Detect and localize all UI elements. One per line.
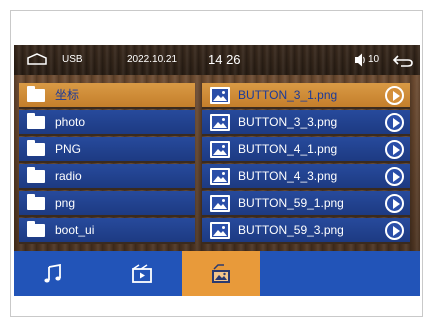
folder-item[interactable]: PNG (19, 137, 195, 163)
file-item[interactable]: BUTTON_4_3.png (202, 164, 410, 190)
image-file-icon (210, 222, 230, 239)
play-icon[interactable] (385, 167, 404, 186)
media-player-screen: USB 2022.10.21 14 26 10 坐标 photo PNG rad… (14, 45, 420, 296)
folder-item[interactable]: boot_ui (19, 218, 195, 244)
status-bar: USB 2022.10.21 14 26 10 (14, 45, 420, 75)
folder-list: 坐标 photo PNG radio png boot_ui (19, 83, 195, 249)
file-item[interactable]: BUTTON_59_1.png (202, 191, 410, 217)
folder-label: boot_ui (55, 223, 95, 237)
volume-level: 10 (368, 54, 380, 65)
tab-music[interactable] (14, 251, 92, 296)
folder-item[interactable]: 坐标 (19, 83, 195, 109)
play-icon[interactable] (385, 140, 404, 159)
back-icon[interactable] (392, 45, 414, 75)
music-note-icon (44, 263, 61, 282)
image-file-icon (210, 168, 230, 185)
video-icon (132, 263, 152, 283)
source-label: USB (62, 54, 83, 65)
folder-label: radio (55, 169, 82, 183)
home-icon[interactable] (26, 45, 48, 75)
image-file-icon (210, 87, 230, 104)
folder-label: photo (55, 115, 86, 129)
tab-bar (14, 251, 420, 296)
file-label: BUTTON_4_1.png (238, 142, 338, 156)
folder-label: PNG (55, 142, 82, 156)
folder-label: png (55, 196, 76, 210)
image-file-icon (210, 114, 230, 131)
folder-icon (27, 221, 45, 237)
file-item[interactable]: BUTTON_3_1.png (202, 83, 410, 109)
tab-video[interactable] (103, 251, 181, 296)
play-icon[interactable] (385, 113, 404, 132)
folder-item[interactable]: photo (19, 110, 195, 136)
time-label: 14 26 (208, 52, 241, 67)
file-item[interactable]: BUTTON_3_3.png (202, 110, 410, 136)
folder-icon (27, 113, 45, 129)
volume-icon (354, 45, 366, 75)
picture-icon (212, 263, 230, 283)
image-file-icon (210, 141, 230, 158)
file-label: BUTTON_3_3.png (238, 115, 338, 129)
date-label: 2022.10.21 (127, 54, 178, 65)
tab-picture[interactable] (182, 251, 260, 296)
folder-item[interactable]: png (19, 191, 195, 217)
file-label: BUTTON_4_3.png (238, 169, 338, 183)
file-list: BUTTON_3_1.png BUTTON_3_3.png BUTTON_4_1… (202, 83, 410, 249)
folder-icon (27, 167, 45, 183)
play-icon[interactable] (385, 194, 404, 213)
play-icon[interactable] (385, 221, 404, 240)
play-icon[interactable] (385, 86, 404, 105)
folder-label: 坐标 (55, 88, 80, 102)
file-label: BUTTON_59_1.png (238, 196, 344, 210)
file-item[interactable]: BUTTON_4_1.png (202, 137, 410, 163)
file-label: BUTTON_59_3.png (238, 223, 344, 237)
image-file-icon (210, 195, 230, 212)
folder-item[interactable]: radio (19, 164, 195, 190)
folder-icon (27, 140, 45, 156)
file-item[interactable]: BUTTON_59_3.png (202, 218, 410, 244)
file-label: BUTTON_3_1.png (238, 88, 338, 102)
folder-icon (27, 194, 45, 210)
folder-icon (27, 86, 45, 102)
